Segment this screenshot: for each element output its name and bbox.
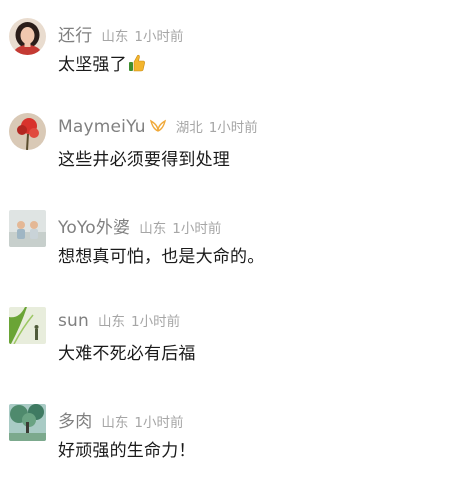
username[interactable]: 还行 [58, 21, 92, 46]
location-label: 湖北 [175, 120, 203, 136]
avatar-woman-image [9, 18, 46, 55]
avatar[interactable] [9, 404, 46, 441]
comment-item: 多肉 山东 1小时前 好顽强的生命力！ [0, 404, 450, 464]
location-label: 山东 [101, 29, 129, 45]
avatar[interactable] [9, 18, 46, 55]
timestamp: 1小时前 [172, 221, 222, 237]
comment-item: sun 山东 1小时前 大难不死必有后福 [0, 307, 450, 367]
comment-item: 还行 山东 1小时前 太坚强了 [0, 18, 450, 78]
comment-text: 好顽强的生命力！ [58, 441, 196, 461]
comment-text: 太坚强了 [58, 55, 127, 75]
username[interactable]: sun [58, 311, 89, 331]
thumbs-up-icon [128, 53, 146, 73]
avatar-flower-image [9, 113, 46, 150]
username[interactable]: MaymeiYu [58, 117, 146, 137]
comment-item: YoYo外婆 山东 1小时前 想想真可怕，也是大命的。 [0, 210, 450, 270]
comment-text: 想想真可怕，也是大命的。 [58, 247, 265, 267]
timestamp: 1小时前 [134, 29, 184, 45]
timestamp: 1小时前 [208, 120, 258, 136]
avatar-forest-image [9, 404, 46, 441]
avatar[interactable] [9, 210, 46, 247]
comment-text-row: 太坚强了 [58, 50, 146, 75]
comment-text: 大难不死必有后福 [58, 344, 196, 364]
vip-badge-icon [149, 118, 167, 132]
location-label: 山东 [139, 221, 167, 237]
avatar-kids-image [9, 210, 46, 247]
avatar[interactable] [9, 113, 46, 150]
username[interactable]: YoYo外婆 [58, 213, 130, 238]
username[interactable]: 多肉 [58, 407, 92, 432]
timestamp: 1小时前 [131, 314, 181, 330]
location-label: 山东 [98, 314, 126, 330]
timestamp: 1小时前 [134, 415, 184, 431]
comment-text: 这些井必须要得到处理 [58, 150, 230, 170]
avatar[interactable] [9, 307, 46, 344]
avatar-leaf-image [9, 307, 46, 344]
comment-item: MaymeiYu 湖北 1小时前 这些井必须要得到处理 [0, 113, 450, 173]
location-label: 山东 [101, 415, 129, 431]
